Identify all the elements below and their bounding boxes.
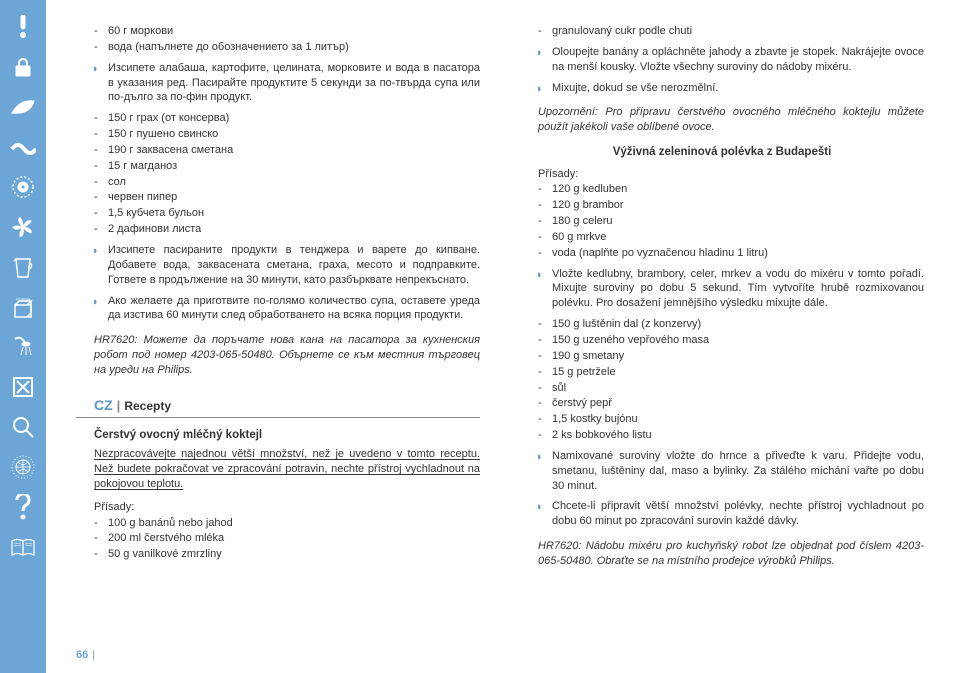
ingredient: 150 g luštěnin dal (z konzervy): [520, 317, 924, 332]
ingredient: 190 g smetany: [520, 349, 924, 364]
fan-icon: [0, 208, 46, 246]
step: Изсипете пасираните продукти в тенджера …: [76, 243, 480, 288]
ingredient: 1,5 kostky bujónu: [520, 412, 924, 427]
ingredient: 100 g banánů nebo jahod: [76, 516, 480, 531]
ingredient: granulovaný cukr podle chuti: [520, 24, 924, 39]
section-title: Recepty: [124, 399, 171, 413]
recipe-title: Výživná zeleninová polévka z Budapešti: [520, 145, 924, 161]
ingredient: червен пипер: [76, 190, 480, 205]
step: Namixované suroviny vložte do hrnce a př…: [520, 449, 924, 494]
ingredient: вода (напълнете до обозначението за 1 ли…: [76, 40, 480, 55]
ingredient: čerstvý pepř: [520, 396, 924, 411]
lock-icon: [0, 48, 46, 86]
note: HR7620: Nádobu mixéru pro kuchyňský robo…: [520, 539, 924, 569]
recipe-intro: Nezpracovávejte najednou větší množství,…: [76, 447, 480, 492]
step: Изсипете алабаша, картофите, целината, м…: [76, 61, 480, 106]
separator: |: [117, 398, 121, 413]
svg-text:STORAGE: STORAGE: [16, 297, 31, 301]
ingredient: sůl: [520, 381, 924, 396]
book-icon: [0, 528, 46, 566]
ingredient: 15 g petržele: [520, 365, 924, 380]
shower-icon: [0, 328, 46, 366]
step: Mixujte, dokud se vše nerozmělní.: [520, 81, 924, 96]
ingredient: 180 g celeru: [520, 214, 924, 229]
step: Vložte kedlubny, brambory, celer, mrkev …: [520, 267, 924, 312]
ingredient: 2 ks bobkového listu: [520, 428, 924, 443]
exclaim-icon: [0, 8, 46, 46]
magnify-icon: [0, 408, 46, 446]
ingredient: 120 g kedluben: [520, 182, 924, 197]
sidebar: STORAGE: [0, 0, 46, 673]
record-icon: [0, 168, 46, 206]
lang-code: CZ: [94, 397, 113, 413]
ingredient: 150 г грах (от консерва): [76, 111, 480, 126]
ingredient: 50 g vanilkové zmrzliny: [76, 547, 480, 562]
leaf-icon: [0, 88, 46, 126]
sub-label: Přísady:: [76, 500, 480, 515]
page-number: 66|: [76, 649, 95, 661]
columns: 60 г моркови вода (напълнете до обозначе…: [76, 24, 924, 614]
wave-icon: [0, 128, 46, 166]
recipe-title: Čerstvý ovocný mléčný koktejl: [76, 428, 480, 444]
page-num-value: 66: [76, 649, 88, 661]
ingredient: 15 г магданоз: [76, 159, 480, 174]
ingredient: 150 г пушено свинско: [76, 127, 480, 142]
xbox-icon: [0, 368, 46, 406]
ingredient: 200 ml čerstvého mléka: [76, 531, 480, 546]
note: HR7620: Можете да поръчате нова кана на …: [76, 333, 480, 378]
ingredient: 150 g uzeného vepřového masa: [520, 333, 924, 348]
ingredient: 60 g mrkve: [520, 230, 924, 245]
section-header: CZ |Recepty: [76, 396, 480, 418]
ingredient: 1,5 кубчета бульон: [76, 206, 480, 221]
ingredient: 120 g brambor: [520, 198, 924, 213]
ingredient: 190 г заквасена сметана: [76, 143, 480, 158]
ingredient: 2 дафинови листа: [76, 222, 480, 237]
ingredient: сол: [76, 175, 480, 190]
storage-icon: STORAGE: [0, 288, 46, 326]
globe-icon: [0, 448, 46, 486]
sub-label: Přísady:: [520, 167, 924, 182]
right-column: granulovaný cukr podle chuti Oloupejte b…: [520, 24, 924, 614]
note: Upozornění: Pro přípravu čerstvého ovocn…: [520, 105, 924, 135]
ingredient: 60 г моркови: [76, 24, 480, 39]
question-icon: [0, 488, 46, 526]
left-column: 60 г моркови вода (напълнете до обозначе…: [76, 24, 480, 614]
ingredient: voda (naplňte po vyznačenou hladinu 1 li…: [520, 246, 924, 261]
step: Oloupejte banány a opláchněte jahody a z…: [520, 45, 924, 75]
page-content: 60 г моркови вода (напълнете до обозначе…: [46, 0, 954, 673]
step: Ако желаете да приготвите по-голямо коли…: [76, 294, 480, 324]
jug-icon: [0, 248, 46, 286]
step: Chcete-li připravit větší množství polév…: [520, 499, 924, 529]
